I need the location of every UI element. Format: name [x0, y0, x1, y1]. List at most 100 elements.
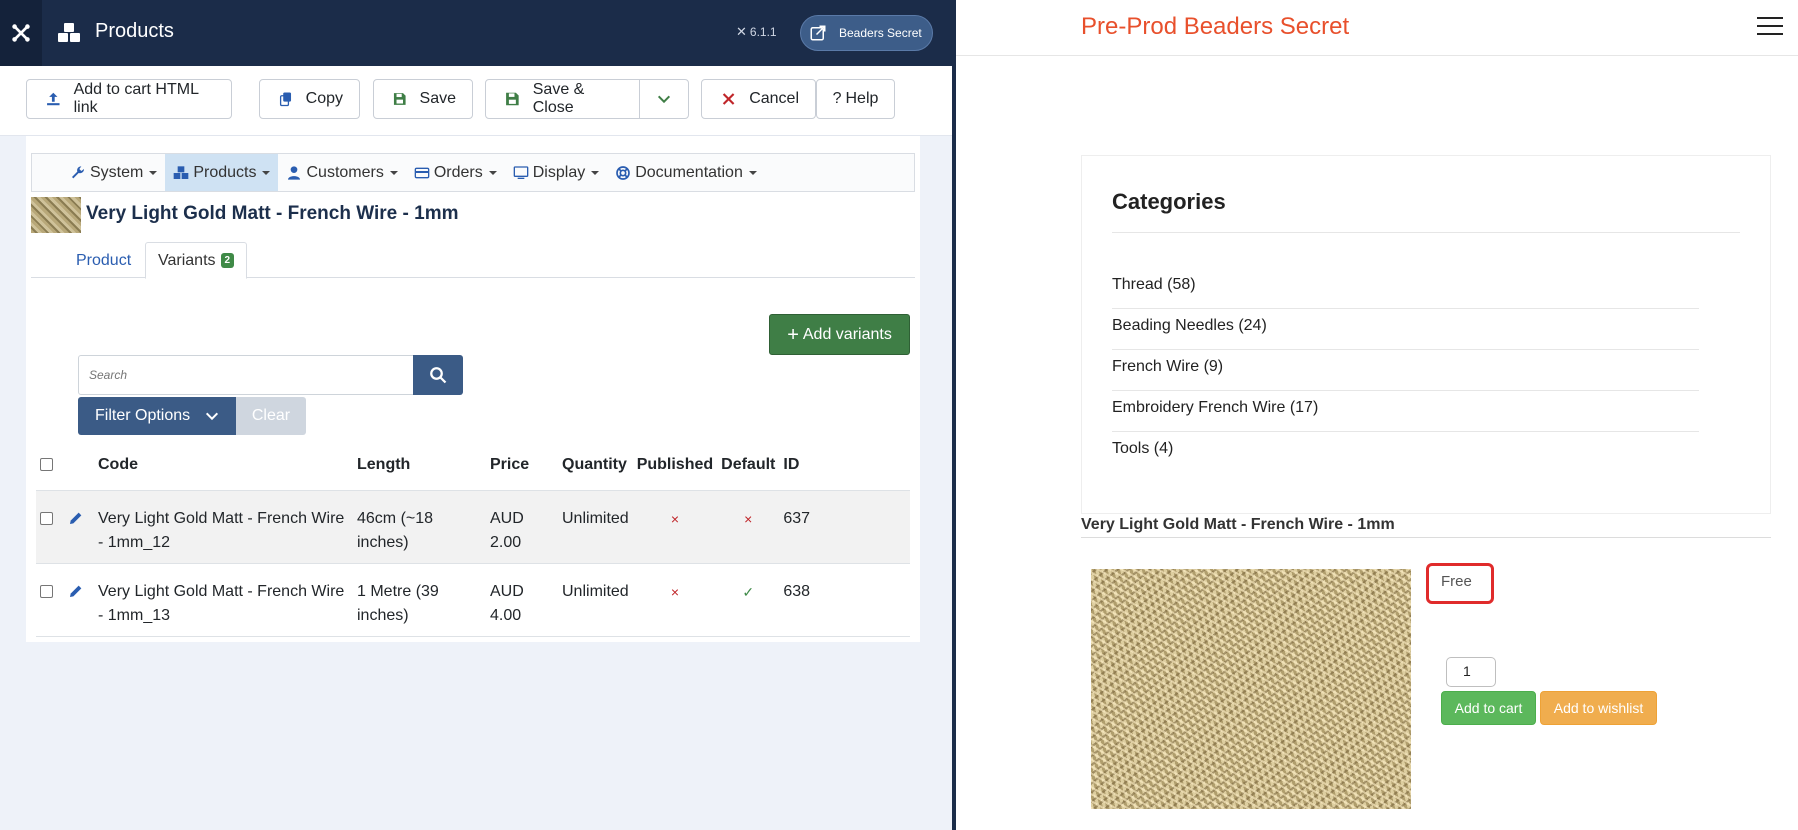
- variant-price: AUD 4.00: [486, 563, 558, 637]
- quantity-input[interactable]: 1: [1446, 657, 1496, 687]
- plus-icon: +: [787, 323, 799, 346]
- site-preview: Pre-Prod Beaders Secret Categories Threa…: [956, 0, 1798, 830]
- variant-id: 638: [779, 563, 910, 637]
- product-tabs: Product Variants 2: [31, 242, 915, 279]
- variant-length: 1 Metre (39 inches): [353, 563, 486, 637]
- categories-title: Categories: [1112, 189, 1226, 214]
- menu-orders[interactable]: Orders: [406, 154, 505, 191]
- cubes-icon: [174, 165, 189, 179]
- column-id[interactable]: ID: [779, 440, 910, 491]
- pencil-icon[interactable]: [68, 510, 84, 526]
- hamburger-menu-icon[interactable]: [1757, 17, 1783, 35]
- variant-length: 46cm (~18 inches): [353, 490, 486, 564]
- chevron-down-icon: [206, 412, 219, 421]
- unpublished-x-icon[interactable]: ×: [671, 511, 679, 527]
- table-row: Very Light Gold Matt - French Wire - 1mm…: [36, 563, 910, 637]
- select-all-checkbox[interactable]: [40, 458, 53, 472]
- external-link-icon: [810, 25, 826, 41]
- life-ring-icon: [616, 165, 631, 180]
- pencil-icon[interactable]: [68, 583, 84, 599]
- tab-product[interactable]: Product: [64, 242, 143, 279]
- menu-customers[interactable]: Customers: [278, 154, 405, 191]
- upload-icon: [47, 92, 60, 106]
- add-to-cart-button[interactable]: Add to cart: [1441, 691, 1536, 725]
- variants-count-badge: 2: [220, 253, 235, 268]
- unpublished-x-icon[interactable]: ×: [671, 584, 679, 600]
- category-item[interactable]: French Wire (9): [1112, 350, 1699, 391]
- filter-options-button[interactable]: Filter Options: [78, 397, 236, 435]
- admin-panel: Products ✕ 6.1.1 Beaders Secret Add to ca…: [0, 0, 952, 830]
- site-title[interactable]: Pre-Prod Beaders Secret: [1081, 13, 1349, 41]
- copy-icon: [279, 92, 292, 107]
- toolbar: Add to cart HTML link Copy Save Save & C…: [0, 66, 952, 136]
- search-icon: [430, 367, 447, 384]
- page-title: Products: [95, 20, 174, 42]
- menu-display[interactable]: Display: [505, 154, 607, 191]
- help-button[interactable]: ? Help: [816, 79, 895, 119]
- menu-documentation[interactable]: Documentation: [607, 154, 765, 191]
- column-default[interactable]: Default: [717, 440, 780, 491]
- categories-card: Categories Thread (58) Beading Needles (…: [1081, 155, 1771, 514]
- component-menubar: System Products Customers Orders Display…: [31, 153, 915, 192]
- save-dropdown-toggle[interactable]: [639, 79, 689, 119]
- cancel-button[interactable]: Cancel: [701, 79, 816, 119]
- variant-id: 637: [779, 490, 910, 564]
- cubes-icon: [58, 23, 80, 42]
- row-checkbox[interactable]: [40, 584, 53, 598]
- variant-quantity: Unlimited: [558, 563, 633, 637]
- site-header: Pre-Prod Beaders Secret: [956, 0, 1798, 56]
- add-to-cart-html-link-button[interactable]: Add to cart HTML link: [26, 79, 232, 119]
- product-title: Very Light Gold Matt - French Wire - 1mm: [86, 203, 459, 224]
- column-code[interactable]: Code: [94, 440, 353, 491]
- add-to-wishlist-button[interactable]: Add to wishlist: [1540, 691, 1657, 725]
- wrench-icon: [72, 165, 85, 178]
- copy-button[interactable]: Copy: [259, 79, 360, 119]
- column-published[interactable]: Published: [632, 440, 718, 491]
- divider: [1081, 537, 1771, 538]
- product-image[interactable]: [1091, 569, 1411, 809]
- column-quantity[interactable]: Quantity: [558, 440, 633, 491]
- variants-table: Code Length Price Quantity Published Def…: [36, 440, 910, 637]
- variant-quantity: Unlimited: [558, 490, 633, 564]
- category-item[interactable]: Thread (58): [1112, 268, 1699, 309]
- categories-list: Thread (58) Beading Needles (24) French …: [1112, 268, 1699, 473]
- menu-system[interactable]: System: [62, 154, 165, 191]
- question-icon: ?: [832, 90, 842, 107]
- save-icon: [506, 92, 519, 106]
- save-button[interactable]: Save: [373, 79, 473, 119]
- table-header-row: Code Length Price Quantity Published Def…: [36, 440, 910, 491]
- menu-products[interactable]: Products: [165, 154, 279, 191]
- category-item[interactable]: Beading Needles (24): [1112, 309, 1699, 350]
- table-row: Very Light Gold Matt - French Wire - 1mm…: [36, 490, 910, 564]
- variant-price: AUD 2.00: [486, 490, 558, 564]
- desktop-icon: [513, 165, 529, 179]
- close-icon: [722, 93, 735, 105]
- version-label: ✕ 6.1.1: [736, 24, 777, 39]
- variant-code: Very Light Gold Matt - French Wire - 1mm…: [94, 563, 353, 637]
- search-button[interactable]: [413, 355, 463, 395]
- credit-card-icon: [414, 167, 430, 178]
- caret-down-icon: [488, 170, 497, 175]
- not-default-x-icon[interactable]: ×: [744, 511, 752, 527]
- column-price[interactable]: Price: [486, 440, 558, 491]
- view-site-button[interactable]: Beaders Secret: [800, 15, 933, 51]
- site-name: Beaders Secret: [839, 26, 922, 40]
- save-and-close-button[interactable]: Save & Close: [485, 79, 640, 119]
- save-icon: [393, 93, 406, 105]
- category-item[interactable]: Tools (4): [1112, 432, 1699, 473]
- column-length[interactable]: Length: [353, 440, 486, 491]
- tab-variants[interactable]: Variants 2: [145, 242, 248, 279]
- default-check-icon[interactable]: ✓: [742, 584, 754, 600]
- user-icon: [288, 165, 301, 180]
- joomla-logo-icon[interactable]: [0, 0, 42, 66]
- row-checkbox[interactable]: [40, 511, 53, 525]
- caret-down-icon: [149, 170, 158, 175]
- variant-code: Very Light Gold Matt - French Wire - 1mm…: [94, 490, 353, 564]
- search-input[interactable]: [78, 355, 414, 395]
- add-variants-button[interactable]: + Add variants: [769, 314, 910, 355]
- caret-down-icon: [748, 170, 757, 175]
- joomla-small-icon: ✕: [736, 24, 747, 39]
- category-item[interactable]: Embroidery French Wire (17): [1112, 391, 1699, 432]
- caret-down-icon: [591, 170, 600, 175]
- clear-button[interactable]: Clear: [236, 397, 306, 435]
